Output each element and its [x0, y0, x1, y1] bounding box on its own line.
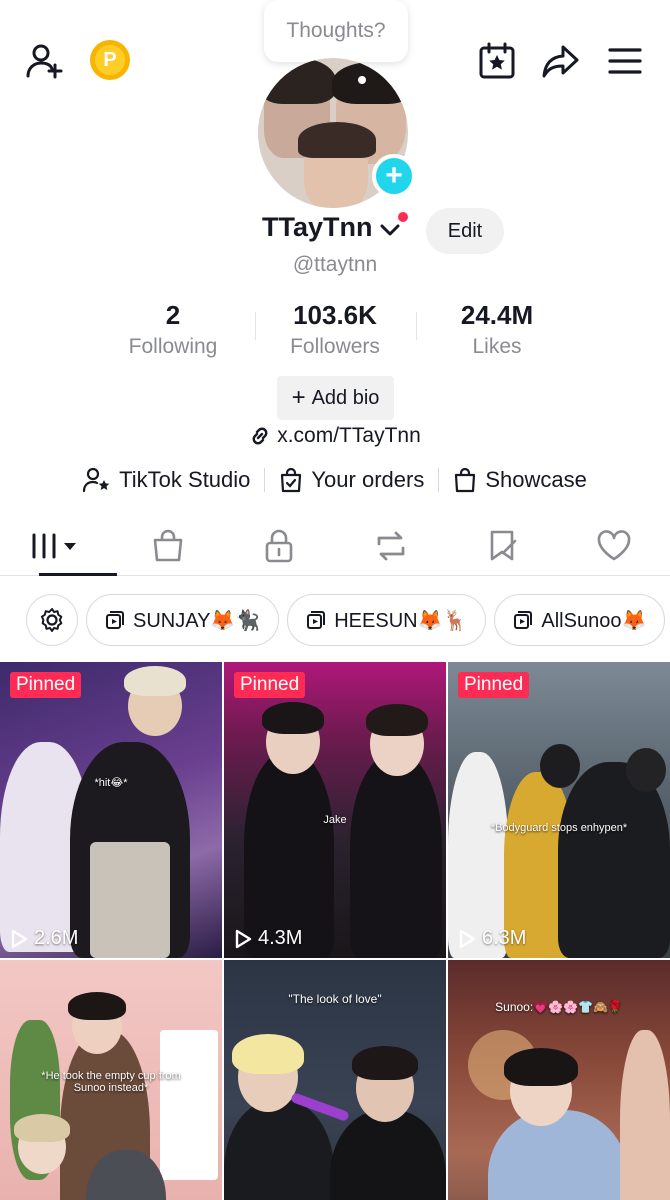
playlist-chip[interactable]: AllSunoo🦊: [494, 594, 666, 646]
playlist-label: AllSunoo🦊: [541, 609, 647, 632]
heart-icon: [597, 529, 631, 560]
video-caption: Sunoo:💗🌸🌸👕🙈🌹: [495, 1000, 623, 1014]
person-star-icon: [83, 467, 110, 493]
profile-link[interactable]: x.com/TTayTnn: [0, 424, 670, 448]
add-story-button[interactable]: +: [372, 154, 416, 198]
your-orders-button[interactable]: Your orders: [265, 467, 438, 493]
link-icon: [252, 427, 268, 445]
play-icon: [459, 929, 476, 948]
calendar-star-icon[interactable]: [474, 38, 520, 84]
tab-shop[interactable]: [112, 516, 224, 575]
stat-following[interactable]: 2 Following: [88, 300, 258, 359]
video-thumbnail[interactable]: *He took the empty cup from Sunoo instea…: [0, 960, 222, 1200]
stat-followers[interactable]: 103.6K Followers: [250, 300, 420, 359]
tiktok-studio-button[interactable]: TikTok Studio: [69, 467, 264, 493]
tab-videos[interactable]: [0, 516, 117, 576]
playlist-icon: [307, 611, 326, 629]
video-thumbnail[interactable]: *hit😂* Pinned 2.6M: [0, 662, 222, 958]
video-caption: *hit😂*: [94, 777, 128, 789]
bag-icon: [153, 529, 182, 561]
menu-icon[interactable]: [602, 38, 648, 84]
shopping-bag-icon: [455, 467, 476, 493]
notification-dot: [396, 210, 410, 224]
bag-check-icon: [281, 467, 302, 493]
profile-tabs: [0, 516, 670, 576]
playlist-label: HEESUN🦊🦌: [334, 609, 468, 632]
pinned-badge: Pinned: [234, 672, 306, 698]
playlist-settings-button[interactable]: [26, 594, 78, 646]
playlist-chip[interactable]: SUNJAY🦊🐈‍⬛: [86, 594, 280, 646]
tool-label: Showcase: [485, 467, 587, 492]
playlist-row: SUNJAY🦊🐈‍⬛ HEESUN🦊🦌 AllSunoo🦊: [0, 590, 670, 650]
tool-label: Your orders: [311, 467, 425, 492]
video-caption: *Bodyguard stops enhypen*: [490, 822, 628, 834]
video-caption: *He took the empty cup from Sunoo instea…: [41, 1070, 181, 1094]
thoughts-bubble[interactable]: Thoughts?: [264, 0, 408, 62]
video-thumbnail[interactable]: Jake Pinned 4.3M: [224, 662, 446, 958]
tab-liked[interactable]: [558, 516, 670, 575]
add-bio-label: Add bio: [311, 386, 380, 409]
username: @ttaytnn: [292, 253, 378, 276]
tab-private[interactable]: [223, 516, 335, 575]
plus-icon: +: [291, 384, 306, 411]
add-friend-icon[interactable]: [22, 38, 68, 84]
view-count-value: 2.6M: [34, 927, 79, 949]
stat-value: 24.4M: [460, 300, 534, 330]
playlist-icon: [514, 611, 533, 629]
repost-icon: [377, 531, 405, 560]
grid-icon: [32, 533, 76, 558]
view-count-value: 4.3M: [258, 927, 303, 949]
video-caption: "The look of love": [288, 992, 382, 1006]
edit-profile-button[interactable]: Edit: [426, 208, 504, 254]
stat-label: Likes: [472, 335, 522, 358]
lock-icon: [265, 529, 293, 562]
showcase-button[interactable]: Showcase: [439, 467, 601, 493]
creator-tools-row: TikTok Studio Your orders Showcase: [0, 460, 670, 500]
video-thumbnail[interactable]: Sunoo:💗🌸🌸👕🙈🌹: [448, 960, 670, 1200]
share-icon[interactable]: [538, 38, 584, 84]
display-name[interactable]: TTayTnn: [262, 212, 373, 243]
coin-letter: P: [95, 45, 125, 75]
video-thumbnail[interactable]: *Bodyguard stops enhypen* Pinned 6.3M: [448, 662, 670, 958]
view-count: 4.3M: [234, 927, 302, 950]
playlist-label: SUNJAY🦊🐈‍⬛: [133, 609, 261, 632]
stat-label: Following: [128, 335, 218, 358]
gear-icon: [40, 608, 63, 632]
view-count-value: 6.3M: [482, 927, 527, 949]
pinned-badge: Pinned: [10, 672, 82, 698]
stat-label: Followers: [290, 335, 380, 358]
pinned-badge: Pinned: [458, 672, 530, 698]
view-count: 6.3M: [458, 927, 526, 950]
playlist-chip[interactable]: HEESUN🦊🦌: [287, 594, 487, 646]
link-text: x.com/TTayTnn: [277, 424, 421, 447]
playlist-icon: [106, 611, 124, 629]
video-thumbnail[interactable]: "The look of love": [224, 960, 446, 1200]
play-icon: [11, 929, 28, 948]
video-caption: Jake: [323, 814, 347, 826]
stat-likes[interactable]: 24.4M Likes: [412, 300, 582, 359]
bookmark-icon: [490, 530, 516, 560]
tool-label: TikTok Studio: [119, 467, 251, 492]
video-grid: *hit😂* Pinned 2.6M Jake Pinned 4.3M *Bod…: [0, 662, 670, 1200]
view-count: 2.6M: [10, 927, 78, 950]
add-bio-button[interactable]: + Add bio: [277, 376, 394, 420]
stat-value: 103.6K: [293, 300, 377, 330]
coin-icon[interactable]: P: [90, 40, 130, 80]
tab-reposts[interactable]: [335, 516, 447, 575]
play-icon: [235, 929, 252, 948]
stat-value: 2: [165, 300, 181, 330]
tab-favorites[interactable]: [447, 516, 559, 575]
